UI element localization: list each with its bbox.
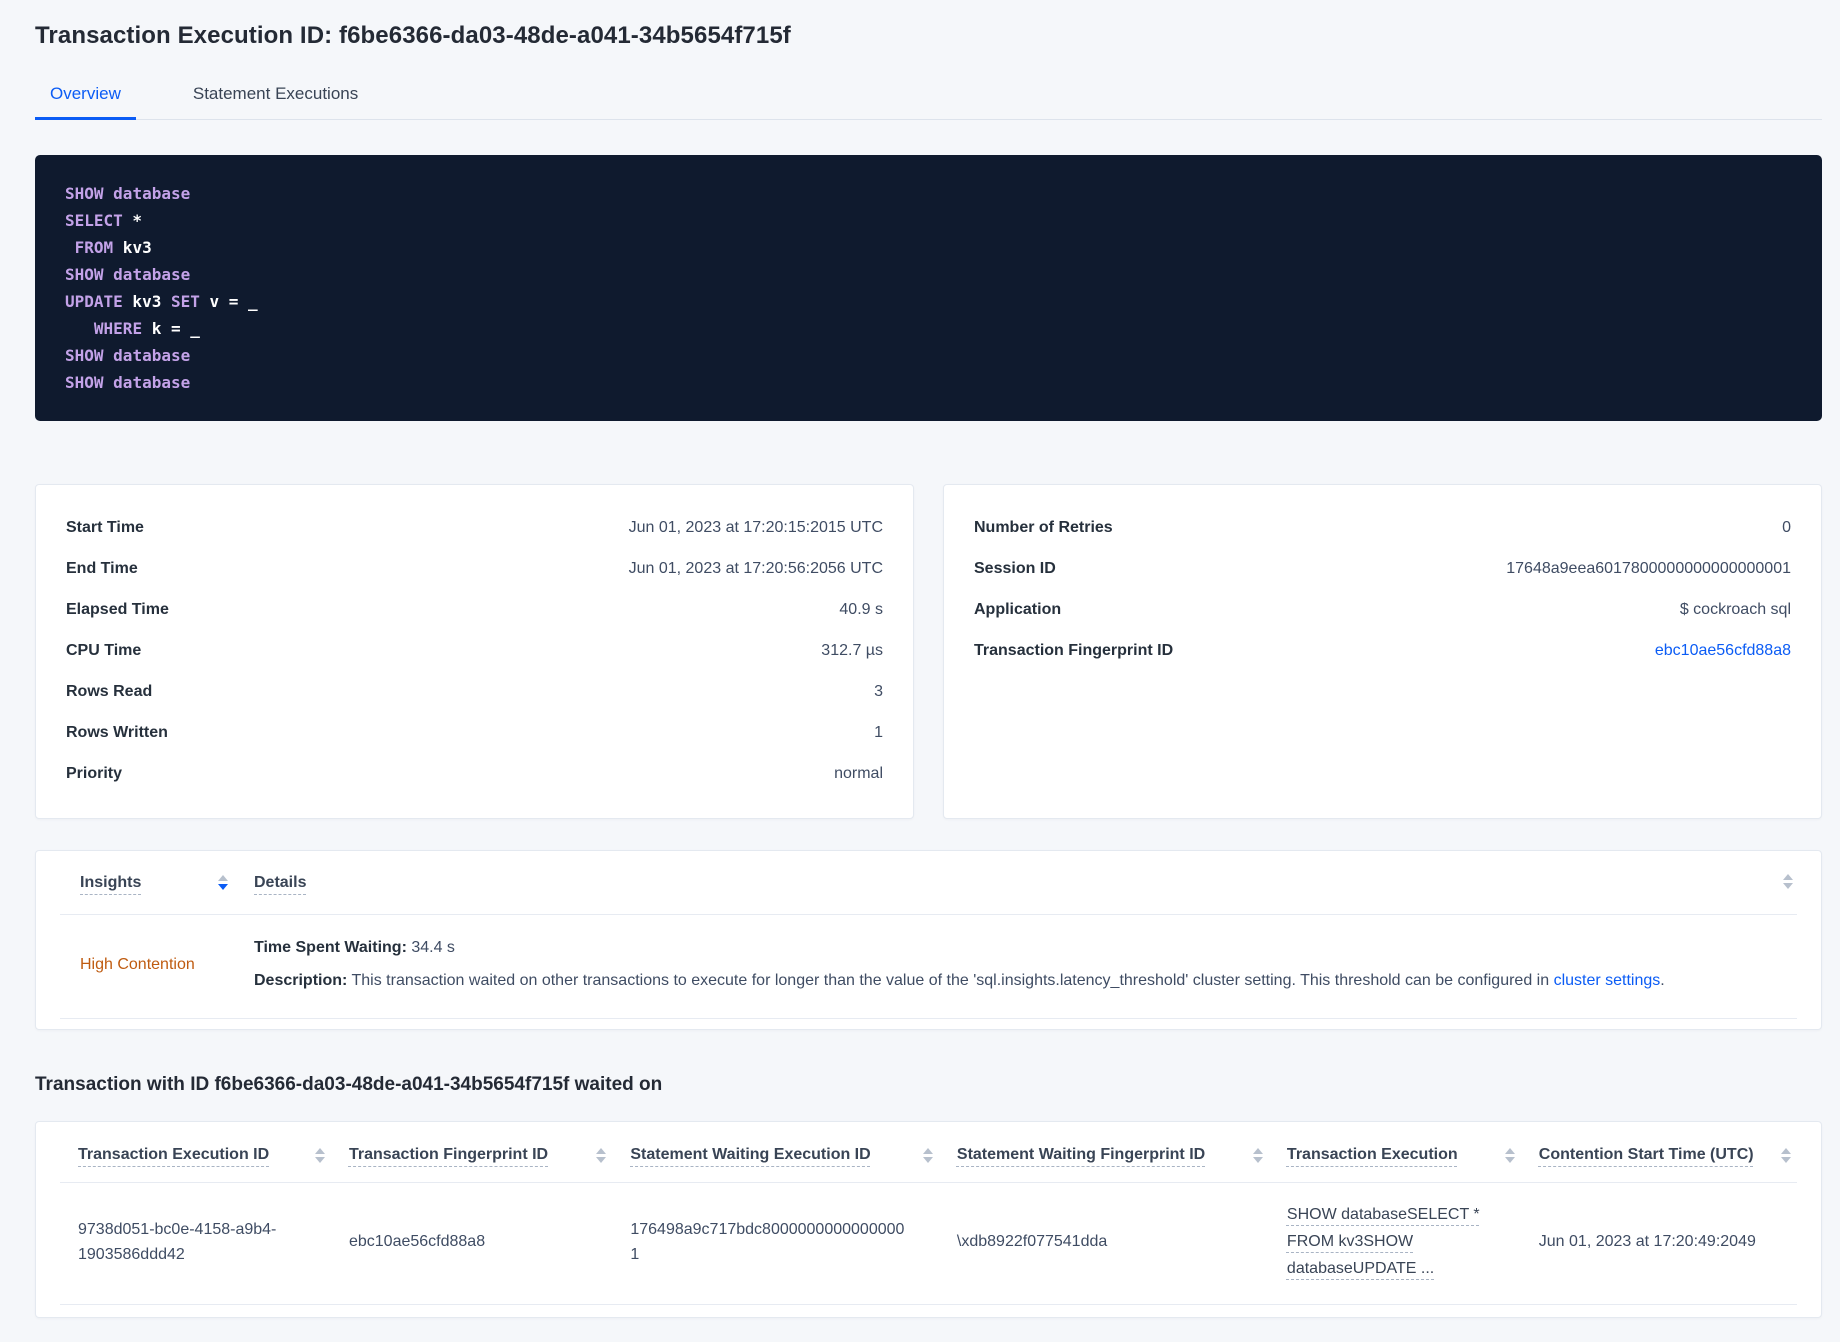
tab-overview[interactable]: Overview [35,76,136,120]
waited-on-table-card: Transaction Execution ID Transaction Fin… [35,1121,1822,1318]
sort-arrows-icon[interactable] [1781,1147,1791,1163]
column-header-transaction-execution-id[interactable]: Transaction Execution ID [78,1146,269,1164]
stat-value: normal [834,764,883,782]
session-info-card: Number of Retries 0 Session ID 17648a9ee… [943,484,1822,819]
waited-on-section-title: Transaction with ID f6be6366-da03-48de-a… [35,1074,663,1095]
stat-value: Jun 01, 2023 at 17:20:56:2056 UTC [628,559,883,577]
column-header-statement-waiting-execution-id[interactable]: Statement Waiting Execution ID [630,1146,870,1164]
insight-row: High Contention Time Spent Waiting: 34.4… [60,915,1797,1019]
stat-value: 312.7 µs [821,641,883,659]
waited-on-table-header: Transaction Execution ID Transaction Fin… [60,1122,1797,1183]
insight-type-badge: High Contention [80,955,195,973]
sort-arrows-icon[interactable] [218,875,228,890]
stat-row-session-id: Session ID 17648a9eea6017800000000000000… [974,548,1791,589]
stat-label: Transaction Fingerprint ID [974,641,1174,659]
stat-row-retries: Number of Retries 0 [974,507,1791,548]
sort-arrows-icon[interactable] [922,1147,933,1163]
cell-transaction-execution-id: 9738d051-bc0e-4158-a9b4-1903586ddd42 [60,1182,331,1305]
time-spent-waiting: Time Spent Waiting: 34.4 s [254,939,455,956]
insight-details: Time Spent Waiting: 34.4 s Description: … [254,937,1797,992]
sql-statements-box: SHOW database SELECT * FROM kv3 SHOW datab… [35,155,1822,421]
stat-label: Start Time [66,518,144,536]
tab-bar: Overview Statement Executions [35,76,1822,120]
stat-label: Session ID [974,559,1056,577]
stat-row-application: Application $ cockroach sql [974,589,1791,630]
cell-statement-waiting-fingerprint-id: \xdb8922f077541dda [938,1182,1269,1305]
column-header-contention-start-time[interactable]: Contention Start Time (UTC) [1539,1146,1754,1164]
stat-row-start-time: Start Time Jun 01, 2023 at 17:20:15:2015… [66,507,883,548]
stat-value: Jun 01, 2023 at 17:20:15:2015 UTC [628,518,883,536]
cell-transaction-execution: SHOW databaseSELECT * FROM kv3SHOW datab… [1268,1182,1521,1305]
stat-label: Elapsed Time [66,600,169,618]
sort-arrows-icon[interactable] [1783,874,1793,889]
stat-value: 17648a9eea6017800000000000000001 [1506,559,1791,577]
column-header-details[interactable]: Details [254,874,306,892]
sort-arrows-icon[interactable] [1252,1147,1263,1163]
column-header-insights[interactable]: Insights [80,874,141,892]
stat-value: 0 [1782,518,1791,536]
stat-value: 1 [874,723,883,741]
stat-row-elapsed-time: Elapsed Time 40.9 s [66,589,883,630]
transaction-details-page: Transaction Execution ID: f6be6366-da03-… [0,0,1840,1342]
stat-label: Application [974,600,1062,618]
stat-value: 3 [874,682,883,700]
stat-row-rows-written: Rows Written 1 [66,712,883,753]
stat-value: 40.9 s [839,600,883,618]
stat-label: Priority [66,764,123,782]
stat-row-priority: Priority normal [66,753,883,794]
stat-label: Rows Read [66,682,153,700]
tab-statement-executions[interactable]: Statement Executions [178,76,373,120]
sort-arrows-icon[interactable] [314,1147,325,1163]
cell-contention-start-time: Jun 01, 2023 at 17:20:49:2049 [1520,1182,1797,1305]
column-header-statement-waiting-fingerprint-id[interactable]: Statement Waiting Fingerprint ID [957,1146,1205,1164]
insights-table-header: Insights Details [60,851,1797,915]
stat-row-transaction-fingerprint-id: Transaction Fingerprint ID ebc10ae56cfd8… [974,630,1791,671]
sort-arrows-icon[interactable] [596,1147,607,1163]
stat-row-end-time: End Time Jun 01, 2023 at 17:20:56:2056 U… [66,548,883,589]
cluster-settings-link[interactable]: cluster settings [1554,972,1661,989]
summary-cards: Start Time Jun 01, 2023 at 17:20:15:2015… [35,484,1822,819]
stat-value: $ cockroach sql [1679,600,1791,618]
cell-transaction-fingerprint-id: ebc10ae56cfd88a8 [330,1182,613,1305]
stat-label: Number of Retries [974,518,1113,536]
table-row: 9738d051-bc0e-4158-a9b4-1903586ddd42 ebc… [60,1182,1797,1305]
execution-stats-card: Start Time Jun 01, 2023 at 17:20:15:2015… [35,484,914,819]
stat-row-rows-read: Rows Read 3 [66,671,883,712]
cell-statement-waiting-execution-id: 176498a9c717bdc80000000000000001 [612,1182,939,1305]
transaction-execution-link[interactable]: SHOW databaseSELECT * FROM kv3SHOW datab… [1287,1206,1480,1277]
insight-description: Description: This transaction waited on … [254,972,1665,989]
column-header-transaction-fingerprint-id[interactable]: Transaction Fingerprint ID [349,1146,548,1164]
insights-table-card: Insights Details High Contention Time Sp… [35,850,1822,1030]
waited-on-table: Transaction Execution ID Transaction Fin… [60,1122,1797,1305]
column-header-transaction-execution[interactable]: Transaction Execution [1287,1146,1458,1164]
stat-label: End Time [66,559,138,577]
page-title: Transaction Execution ID: f6be6366-da03-… [35,22,791,49]
stat-row-cpu-time: CPU Time 312.7 µs [66,630,883,671]
transaction-fingerprint-link[interactable]: ebc10ae56cfd88a8 [1655,642,1791,660]
sort-arrows-icon[interactable] [1504,1147,1515,1163]
stat-label: CPU Time [66,641,142,659]
sql-statements: SHOW database SELECT * FROM kv3 SHOW datab… [65,184,258,392]
stat-label: Rows Written [66,723,168,741]
